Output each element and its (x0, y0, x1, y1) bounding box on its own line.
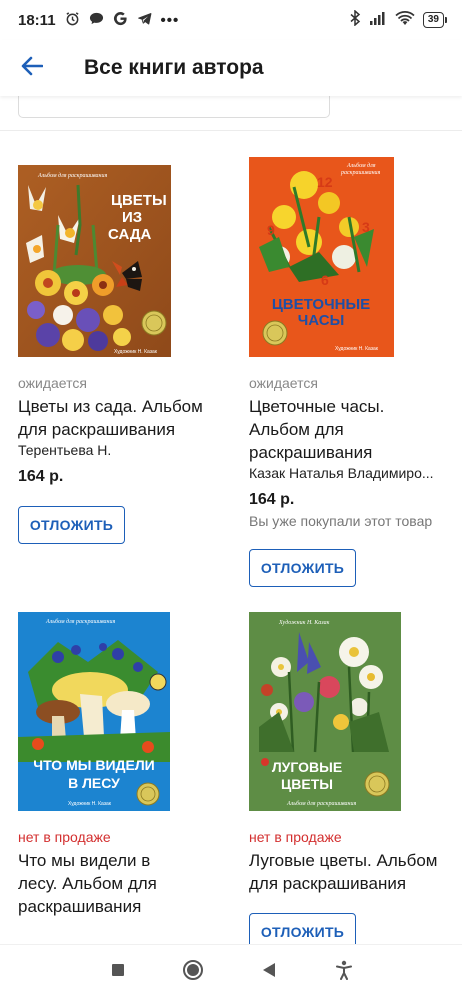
book-card[interactable]: Альбом для раскрашивания 12 3 6 9 ЦВЕТОЧ… (249, 157, 461, 587)
postpone-button[interactable]: ОТЛОЖИТЬ (249, 549, 356, 587)
svg-text:3: 3 (362, 219, 370, 235)
square-icon (111, 963, 125, 982)
availability-status: ожидается (249, 375, 318, 391)
app-screen: 18:11 ••• 39 Все книги автора Альбом для… (0, 0, 462, 1000)
page-title: Все книги автора (84, 56, 264, 79)
google-icon (113, 11, 128, 30)
system-navigation-bar (0, 944, 462, 1000)
svg-text:Альбом для раскрашивания: Альбом для раскрашивания (37, 172, 108, 179)
svg-text:ЧАСЫ: ЧАСЫ (298, 312, 345, 329)
svg-text:Художник Н. Казак: Художник Н. Казак (278, 619, 330, 626)
battery-indicator: 39 (422, 12, 448, 28)
cover-image-flower-clock: Альбом для раскрашивания 12 3 6 9 ЦВЕТОЧ… (249, 157, 394, 357)
status-bar: 18:11 ••• 39 (0, 0, 462, 40)
chat-icon (89, 11, 104, 30)
svg-text:ЦВЕТОЧНЫЕ: ЦВЕТОЧНЫЕ (272, 296, 370, 313)
system-back-button[interactable] (249, 953, 289, 993)
book-cover[interactable]: Альбом для раскрашивания ЦВЕТЫ ИЗ САДА Х… (18, 165, 171, 357)
alarm-icon (65, 11, 80, 30)
book-author[interactable]: Казак Наталья Владимиро... (249, 465, 445, 481)
svg-text:6: 6 (321, 272, 329, 288)
book-card[interactable]: Альбом для раскрашивания ЧТО МЫ ВИДЕЛИ В… (18, 612, 230, 936)
home-button[interactable] (173, 953, 213, 993)
availability-status: ожидается (18, 375, 87, 391)
postpone-button[interactable]: ОТЛОЖИТЬ (18, 506, 125, 544)
accessibility-icon (335, 960, 353, 985)
book-price: 164 р. (18, 468, 64, 485)
book-card[interactable]: Альбом для раскрашивания ЦВЕТЫ ИЗ САДА Х… (18, 165, 230, 544)
book-title[interactable]: Что мы видели в лесу. Альбом для раскраш… (18, 849, 188, 918)
cover-image-flowers-garden: Альбом для раскрашивания ЦВЕТЫ ИЗ САДА Х… (18, 165, 171, 357)
svg-text:ЦВЕТЫ: ЦВЕТЫ (111, 192, 167, 209)
more-dots-icon: ••• (160, 11, 180, 29)
availability-status: нет в продаже (18, 829, 111, 845)
signal-icon (369, 11, 387, 29)
book-cover[interactable]: Художник Н. Казак ЛУГОВЫЕ ЦВЕТЫ Альбом д… (249, 612, 401, 811)
wifi-icon (395, 10, 415, 30)
svg-text:ЦВЕТЫ: ЦВЕТЫ (281, 776, 333, 792)
svg-text:В ЛЕСУ: В ЛЕСУ (68, 775, 120, 791)
availability-status: нет в продаже (249, 829, 342, 845)
svg-text:ИЗ: ИЗ (122, 209, 142, 226)
svg-text:Альбом для раскрашивания: Альбом для раскрашивания (45, 618, 116, 625)
svg-text:раскрашивания: раскрашивания (340, 170, 381, 176)
book-cover[interactable]: Альбом для раскрашивания ЧТО МЫ ВИДЕЛИ В… (18, 612, 170, 811)
svg-text:9: 9 (267, 222, 275, 238)
svg-text:САДА: САДА (108, 226, 152, 243)
svg-text:Художник Н. Казак: Художник Н. Казак (335, 346, 379, 352)
cover-image-meadow: Художник Н. Казак ЛУГОВЫЕ ЦВЕТЫ Альбом д… (249, 612, 401, 811)
telegram-icon (137, 11, 152, 30)
recents-button[interactable] (98, 953, 138, 993)
svg-text:ЛУГОВЫЕ: ЛУГОВЫЕ (272, 759, 342, 775)
app-header: Все книги автора (0, 40, 462, 96)
book-title[interactable]: Цветочные часы. Альбом для раскрашивания (249, 395, 424, 464)
book-price: 164 р. (249, 491, 295, 508)
book-cover[interactable]: Альбом для раскрашивания 12 3 6 9 ЦВЕТОЧ… (249, 157, 394, 357)
svg-text:Художник Н. Казак: Художник Н. Казак (68, 801, 112, 807)
divider (0, 130, 462, 131)
book-title[interactable]: Луговые цветы. Альбом для раскрашивания (249, 849, 449, 895)
svg-text:Альбом для: Альбом для (346, 162, 376, 169)
back-button[interactable] (0, 40, 64, 96)
book-author[interactable]: Терентьева Н. (18, 442, 214, 458)
bluetooth-icon (350, 9, 361, 30)
arrow-left-icon (21, 56, 44, 81)
book-card[interactable]: Художник Н. Казак ЛУГОВЫЕ ЦВЕТЫ Альбом д… (249, 612, 461, 951)
triangle-back-icon (262, 962, 276, 983)
svg-text:ЧТО МЫ ВИДЕЛИ: ЧТО МЫ ВИДЕЛИ (33, 757, 154, 773)
status-time: 18:11 (18, 11, 56, 29)
purchased-note: Вы уже покупали этот товар (249, 513, 433, 529)
book-title[interactable]: Цветы из сада. Альбом для раскрашивания (18, 395, 230, 441)
accessibility-button[interactable] (324, 953, 364, 993)
svg-text:12: 12 (317, 174, 333, 190)
svg-text:Художник Н. Казак: Художник Н. Казак (114, 349, 158, 355)
svg-text:Альбом для раскрашивания: Альбом для раскрашивания (286, 800, 357, 807)
cover-image-forest: Альбом для раскрашивания ЧТО МЫ ВИДЕЛИ В… (18, 612, 170, 811)
circle-icon (182, 959, 204, 986)
